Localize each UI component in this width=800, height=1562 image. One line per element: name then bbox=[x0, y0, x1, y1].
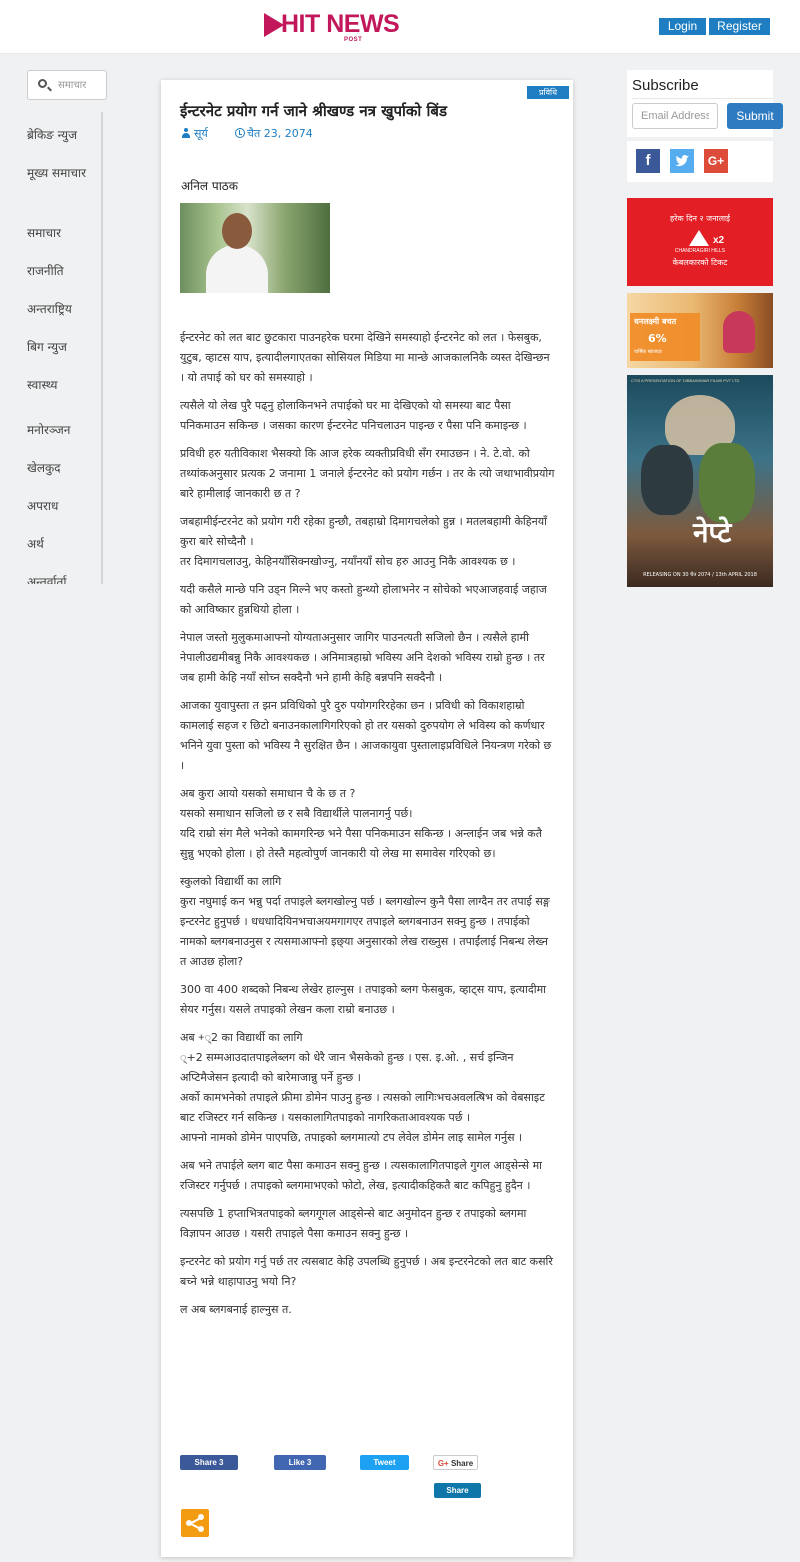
search-icon bbox=[38, 79, 47, 88]
nav-item-sports[interactable]: खेलकुद bbox=[27, 457, 101, 479]
movie-title: नेप्टे bbox=[693, 516, 732, 549]
nav-item-big-news[interactable]: बिग न्युज bbox=[27, 336, 101, 358]
nav-item-health[interactable]: स्वास्थ्य bbox=[27, 374, 101, 396]
twitter-icon[interactable] bbox=[670, 149, 694, 173]
search-input[interactable] bbox=[58, 77, 104, 93]
share-fab-button[interactable] bbox=[181, 1509, 209, 1537]
category-nav: ब्रेकिङ न्युज मूख्य समाचार समाचार राजनीत… bbox=[27, 112, 103, 584]
clock-icon bbox=[235, 128, 245, 138]
ad-brand: CHANDRAGIRI HILLS bbox=[674, 248, 726, 254]
article-paragraph: आजका युवापुस्ता त झन प्रविधिको पुरै दुरु… bbox=[180, 699, 552, 772]
site-logo[interactable]: HIT NEWS POST bbox=[264, 10, 424, 44]
article-byline: अनिल पाठक bbox=[181, 179, 238, 193]
category-badge[interactable]: प्रविधि bbox=[527, 86, 569, 99]
linkedin-label: Share bbox=[446, 1486, 469, 1495]
like-label: Like 3 bbox=[288, 1458, 312, 1467]
logo-text: HIT NEWS bbox=[281, 10, 400, 38]
article-paragraph: त्यसैले यो लेख पुरै पढ्‌नु होलाकिनभने तप… bbox=[180, 399, 527, 432]
article-paragraph: जबहामीईन्टरनेट को प्रयोग गरी रहेका हुन्छ… bbox=[180, 515, 547, 568]
article-paragraph: यदी कसैले मान्छे पनि उड्‌न मिल्ने भए कस्… bbox=[180, 583, 547, 616]
submit-button[interactable]: Submit bbox=[727, 103, 783, 129]
person-icon bbox=[181, 128, 191, 138]
ad-text: केबलकारको टिकट bbox=[672, 258, 728, 267]
ad-text: वार्षिक ब्याजदर bbox=[634, 349, 662, 355]
nav-item-economy[interactable]: अर्थ bbox=[27, 533, 101, 555]
site-header: HIT NEWS POST Login Register bbox=[0, 0, 800, 54]
ad-text: x2 bbox=[713, 235, 725, 246]
poster-credits: CTIS A PRESENTATION OF DIBBASHMAR FILMS … bbox=[631, 378, 740, 383]
nav-item-entertainment[interactable]: मनोरञ्जन bbox=[27, 419, 101, 441]
article-paragraph: ल अब ब्लगबनाई हाल्नुस त. bbox=[180, 1303, 292, 1316]
login-button[interactable]: Login bbox=[659, 18, 706, 35]
facebook-share-button[interactable]: Share 3 bbox=[180, 1455, 238, 1470]
nav-item-politics[interactable]: राजनीति bbox=[27, 260, 101, 282]
tweet-button[interactable]: Tweet bbox=[360, 1455, 409, 1470]
article-paragraph: अब कुरा आयो यसको समाधान चै के छ त ? यसको… bbox=[180, 787, 543, 860]
nav-item-interview[interactable]: अन्तर्वार्ता bbox=[27, 571, 101, 584]
register-button[interactable]: Register bbox=[709, 18, 770, 35]
subscribe-widget: Subscribe Submit bbox=[627, 70, 783, 137]
nav-item-main-news[interactable]: मूख्य समाचार bbox=[27, 162, 101, 184]
ad-rate: 6% bbox=[648, 332, 667, 345]
nav-item-crime[interactable]: अपराध bbox=[27, 495, 101, 517]
mountain-icon bbox=[689, 230, 709, 246]
author-name: सूर्य bbox=[194, 127, 208, 140]
nav-item-breaking-news[interactable]: ब्रेकिङ न्युज bbox=[27, 124, 101, 146]
article-paragraph: अब +्2 का विद्यार्थी का लागि ्+2 सम्मआउद… bbox=[180, 1031, 545, 1144]
article-paragraph: 300 वा 400 शब्दको निबन्ध लेखेर हाल्नुस ।… bbox=[180, 983, 547, 1016]
email-field[interactable] bbox=[632, 103, 718, 129]
google-plus-icon[interactable]: G+ bbox=[704, 149, 728, 173]
publish-date: चैत 23, 2074 bbox=[247, 127, 313, 140]
google-plus-icon: G+ bbox=[437, 1459, 451, 1468]
google-plus-share-button[interactable]: G+ Share bbox=[433, 1455, 478, 1470]
article-paragraph: स्कुलको विद्यार्थी का लागि कुरा नघुमाई क… bbox=[180, 875, 550, 968]
author-photo bbox=[180, 203, 330, 293]
subscribe-title: Subscribe bbox=[632, 77, 699, 94]
article-paragraph: इन्टरनेट को प्रयोग गर्नु पर्छ तर त्यसबाट… bbox=[180, 1255, 553, 1288]
article-title: ईन्टरनेट प्रयोग गर्न जाने श्रीखण्ड नत्र … bbox=[180, 102, 447, 120]
date-meta: चैत 23, 2074 bbox=[235, 126, 313, 142]
article-paragraph: त्यसपछि 1 हप्ताभित्रतपाइको ब्लगगूगल आड्‌… bbox=[180, 1207, 527, 1240]
article-paragraph: प्रविधी हरु यतीविकाश भैसक्यो कि आज हरेक … bbox=[180, 447, 555, 500]
cablecar-ad-banner[interactable]: हरेक दिन २ जनालाई x2 CHANDRAGIRI HILLS क… bbox=[627, 198, 773, 286]
facebook-like-button[interactable]: Like 3 bbox=[274, 1455, 326, 1470]
nav-item-news[interactable]: समाचार bbox=[27, 222, 101, 244]
release-date: RELEASING ON 30 चैत 2074 / 13th APRIL 20… bbox=[643, 572, 757, 578]
article-paragraph: ईन्टरनेट को लत बाट छुटकारा पाउनहरेक घरमा… bbox=[180, 331, 550, 384]
article-card: प्रविधि ईन्टरनेट प्रयोग गर्न जाने श्रीखण… bbox=[161, 80, 573, 1557]
ad-text: हरेक दिन २ जनालाई bbox=[669, 214, 731, 223]
savings-ad-banner[interactable]: धनलक्ष्मी बचत 6% वार्षिक ब्याजदर bbox=[627, 293, 773, 368]
tweet-label: Tweet bbox=[373, 1458, 396, 1467]
gplus-label: Share bbox=[450, 1459, 474, 1468]
movie-poster-ad[interactable]: CTIS A PRESENTATION OF DIBBASHMAR FILMS … bbox=[627, 375, 773, 587]
social-links: f G+ bbox=[627, 141, 773, 182]
nav-item-international[interactable]: अन्तराष्ट्रिय bbox=[27, 298, 101, 320]
author-meta[interactable]: सूर्य bbox=[181, 126, 208, 142]
article-body: ईन्टरनेट को लत बाट छुटकारा पाउनहरेक घरमा… bbox=[180, 328, 556, 1328]
ad-text: धनलक्ष्मी बचत bbox=[634, 317, 677, 326]
article-paragraph: नेपाल जस्तो मुलुकमाआफ्नो योग्यताअनुसार ज… bbox=[180, 631, 545, 684]
linkedin-share-button[interactable]: Share bbox=[434, 1483, 481, 1498]
article-paragraph: अब भने तपाईले ब्लग बाट पैसा कमाउन सक्नु … bbox=[180, 1159, 543, 1192]
facebook-share-label: Share 3 bbox=[194, 1458, 224, 1467]
logo-subtitle: POST bbox=[344, 37, 363, 43]
ad-offer-box: धनलक्ष्मी बचत 6% वार्षिक ब्याजदर bbox=[630, 313, 700, 361]
facebook-icon[interactable]: f bbox=[636, 149, 660, 173]
search-box[interactable] bbox=[27, 70, 107, 100]
